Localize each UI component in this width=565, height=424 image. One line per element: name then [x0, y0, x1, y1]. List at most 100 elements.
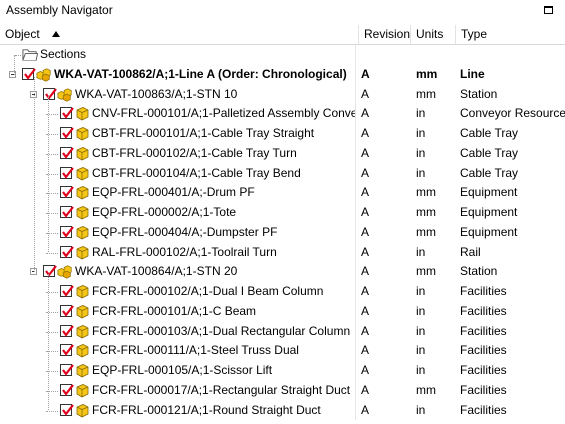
type-cell: Cable Tray: [460, 145, 519, 160]
object-cell: FCR-FRL-000101/A;1-C Beam: [0, 302, 355, 322]
tree-guide-line: [48, 96, 49, 253]
object-cell: FCR-FRL-000102/A;1-Dual I Beam Column: [0, 282, 355, 302]
revision-cell: A: [355, 104, 407, 124]
object-cell: FCR-FRL-000121/A;1-Round Straight Duct: [0, 401, 355, 421]
component-cube-icon: [76, 344, 89, 358]
part-checkbox[interactable]: [60, 225, 74, 238]
assembly-tree: Sections WKA-VAT-100862/A;1-Line A (Order…: [0, 45, 565, 421]
column-header-revision[interactable]: Revision: [359, 25, 411, 44]
component-cube-icon: [76, 324, 89, 338]
column-header-object[interactable]: Object: [0, 25, 359, 44]
type-cell: Station: [460, 86, 498, 101]
tree-row[interactable]: RAL-FRL-000102/A;1-Toolrail Turn Ain Rail: [0, 242, 565, 263]
component-cube-icon: [76, 127, 89, 141]
revision-cell: A: [355, 143, 407, 164]
part-checkbox[interactable]: [60, 324, 74, 337]
revision-cell: A: [355, 301, 407, 322]
object-name: Sections: [40, 47, 87, 61]
assembly-checkbox[interactable]: [43, 265, 57, 278]
column-header-units-label: Units: [416, 27, 444, 41]
object-cell: Sections: [0, 45, 355, 65]
column-header-units[interactable]: Units: [411, 25, 456, 44]
component-cube-icon: [76, 285, 89, 299]
type-cell: Cable Tray: [460, 165, 519, 180]
tree-row[interactable]: EQP-FRL-000401/A;-Drum PF Amm Equipment: [0, 183, 565, 203]
part-checkbox[interactable]: [60, 403, 74, 416]
revision-cell: A: [355, 183, 407, 203]
part-checkbox[interactable]: [60, 186, 74, 199]
object-cell: CBT-FRL-000102/A;1-Cable Tray Turn: [0, 144, 355, 164]
part-checkbox[interactable]: [60, 146, 74, 159]
object-name: WKA-VAT-100864/A;1-STN 20: [75, 264, 238, 279]
type-cell: Facilities: [460, 323, 507, 338]
part-checkbox[interactable]: [60, 206, 74, 218]
units-cell: in: [416, 343, 426, 358]
type-cell: Conveyor Resource: [460, 106, 565, 121]
type-cell: Facilities: [460, 382, 507, 397]
tree-row[interactable]: FCR-FRL-000017/A;1-Rectangular Straight …: [0, 380, 565, 401]
assembly-icon: [36, 68, 51, 82]
tree-row[interactable]: EQP-FRL-000105/A;1-Scissor Lift Ain Facili…: [0, 361, 565, 381]
tree-row[interactable]: EQP-FRL-000404/A;-Dumpster PF Amm Equipmen…: [0, 222, 565, 243]
revision-cell: A: [355, 222, 407, 243]
type-cell: Facilities: [460, 284, 507, 298]
object-name: FCR-FRL-000103/A;1-Dual Rectangular Colu…: [92, 323, 351, 338]
revision-cell: A: [355, 380, 407, 401]
object-cell: EQP-FRL-000404/A;-Dumpster PF: [0, 223, 355, 243]
object-name: FCR-FRL-000102/A;1-Dual I Beam Column: [92, 284, 324, 298]
tree-guide-line: [34, 76, 35, 273]
tree-row[interactable]: CNV-FRL-000101/A;1-Palletized Assembly C…: [0, 104, 565, 124]
tree-row[interactable]: WKA-VAT-100862/A;1-Line A (Order: Chrono…: [0, 64, 565, 85]
object-cell: EQP-FRL-000105/A;1-Scissor Lift: [0, 361, 355, 381]
tree-row[interactable]: FCR-FRL-000102/A;1-Dual I Beam Column Ain…: [0, 282, 565, 302]
object-name: WKA-VAT-100863/A;1-STN 10: [75, 86, 238, 101]
tree-row[interactable]: FCR-FRL-000111/A;1-Steel Truss Dual Ain Fa…: [0, 341, 565, 361]
part-checkbox[interactable]: [60, 127, 74, 139]
revision-cell: A: [355, 262, 407, 282]
tree-guide-line: [14, 54, 15, 75]
type-cell: [456, 45, 565, 65]
maximize-icon[interactable]: [544, 6, 553, 14]
component-cube-icon: [76, 383, 89, 398]
object-cell: CBT-FRL-000101/A;1-Cable Tray Straight: [0, 124, 355, 144]
part-checkbox[interactable]: [60, 245, 74, 258]
units-cell: mm: [416, 86, 436, 101]
tree-row[interactable]: WKA-VAT-100864/A;1-STN 20 Amm Station: [0, 262, 565, 282]
part-checkbox[interactable]: [60, 285, 74, 297]
part-checkbox[interactable]: [60, 364, 74, 376]
units-cell: mm: [416, 382, 436, 397]
tree-row[interactable]: CBT-FRL-000104/A;1-Cable Tray Bend Ain Cab…: [0, 163, 565, 184]
units-cell: mm: [416, 205, 436, 219]
assembly-checkbox[interactable]: [22, 67, 36, 80]
units-cell: in: [416, 145, 426, 160]
tree-row[interactable]: WKA-VAT-100863/A;1-STN 10 Amm Station: [0, 84, 565, 105]
units-cell: mm: [416, 66, 438, 81]
object-name: CBT-FRL-000101/A;1-Cable Tray Straight: [92, 126, 315, 140]
component-cube-icon: [76, 206, 89, 220]
tree-row[interactable]: EQP-FRL-000002/A;1-Tote Amm Equipment: [0, 203, 565, 223]
assembly-checkbox[interactable]: [43, 87, 57, 100]
tree-row[interactable]: FCR-FRL-000121/A;1-Round Straight Duct Ai…: [0, 400, 565, 421]
revision-cell: A: [355, 64, 407, 85]
units-cell: in: [416, 126, 426, 140]
part-checkbox[interactable]: [60, 383, 74, 396]
revision-cell: [355, 45, 407, 65]
assembly-icon: [57, 265, 72, 279]
component-cube-icon: [76, 107, 89, 121]
folder-icon: [22, 49, 38, 61]
units-cell: mm: [416, 185, 436, 200]
tree-row[interactable]: Sections: [0, 45, 565, 65]
tree-row[interactable]: CBT-FRL-000102/A;1-Cable Tray Turn Ain Cab…: [0, 143, 565, 164]
part-checkbox[interactable]: [60, 344, 74, 357]
column-header-type[interactable]: Type: [456, 25, 565, 44]
tree-connector: [46, 252, 58, 254]
part-checkbox[interactable]: [60, 107, 74, 120]
tree-row[interactable]: CBT-FRL-000101/A;1-Cable Tray Straight Ai…: [0, 124, 565, 144]
tree-row[interactable]: FCR-FRL-000101/A;1-C Beam Ain Facilities: [0, 301, 565, 322]
revision-cell: A: [355, 84, 407, 105]
tree-row[interactable]: FCR-FRL-000103/A;1-Dual Rectangular Colu…: [0, 321, 565, 342]
part-checkbox[interactable]: [60, 304, 74, 317]
sort-ascending-icon: [51, 31, 60, 37]
component-cube-icon: [76, 245, 89, 259]
part-checkbox[interactable]: [60, 166, 74, 179]
